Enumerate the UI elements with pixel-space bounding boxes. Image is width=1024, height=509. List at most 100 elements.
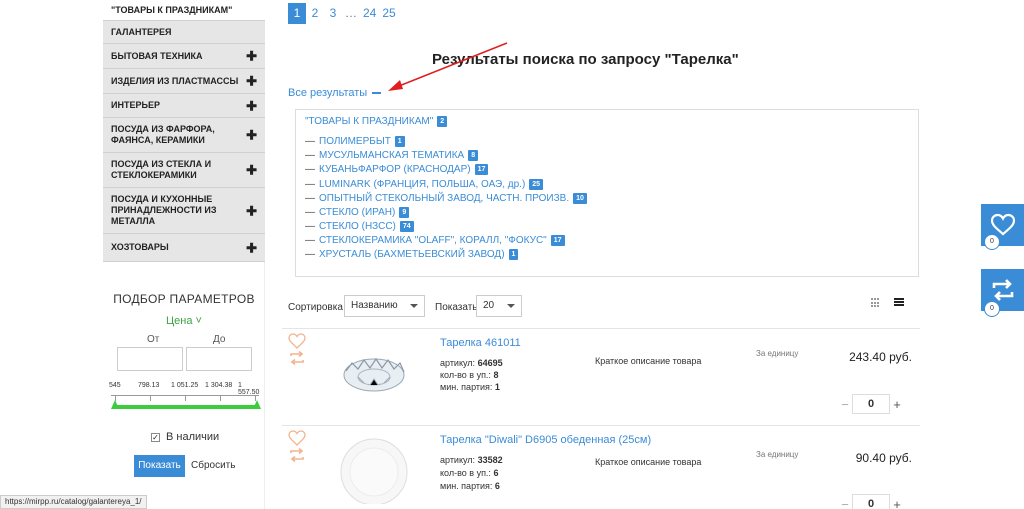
qty-minus-button[interactable]: − [838,497,852,509]
results-category-list: "ТОВАРЫ К ПРАЗДНИКАМ" 2 — ПОЛИМЕРБЫТ 1 —… [295,109,919,277]
check-icon[interactable]: ✓ [151,432,160,442]
result-category-top[interactable]: "ТОВАРЫ К ПРАЗДНИКАМ" 2 [305,116,448,127]
product-description: Краткое описание товара [595,457,702,467]
page-link[interactable]: 24 [360,3,379,24]
compare-icon[interactable] [288,448,306,462]
pack-label: кол-во в уп.: [440,370,491,380]
category-item-porcelain[interactable]: ПОСУДА ИЗ ФАРФОРА, ФАЯНСА, КЕРАМИКИ ✚ [103,118,265,153]
count-badge: 25 [529,179,544,190]
category-label: БЫТОВАЯ ТЕХНИКА [111,50,203,61]
plus-icon[interactable]: ✚ [246,129,257,142]
qty-plus-button[interactable]: + [890,497,904,509]
count-badge: 17 [550,235,565,246]
min-value: 6 [494,481,500,491]
price-to-label: До [213,334,226,345]
min-value: 1 [494,382,500,392]
instock-checkbox[interactable]: ✓ В наличии [151,431,219,443]
plus-icon[interactable]: ✚ [246,241,257,254]
product-name-link[interactable]: Тарелка 461011 [440,337,521,349]
list-dash: — [305,179,315,190]
favorites-count: 0 [984,234,1000,250]
product-description: Краткое описание товара [595,356,702,366]
all-results-toggle[interactable]: Все результаты [288,87,382,99]
price-from-input[interactable] [117,347,183,371]
product-min: мин. партия: 6 [440,481,500,491]
scale-tick [150,395,151,401]
page-link[interactable]: 3 [324,3,342,24]
scale-label: 545 [109,382,121,389]
plus-icon[interactable]: ✚ [246,75,257,88]
min-label: мин. партия: [440,382,493,392]
product-row: Тарелка 461011 артикул: 64695 кол-во в у… [282,328,920,425]
article-label: артикул: [440,358,476,368]
collapse-icon[interactable] [372,92,382,94]
page-link[interactable]: 25 [379,3,398,24]
show-button[interactable]: Показать [134,455,185,477]
list-dash: — [305,193,315,204]
range-handle-min[interactable] [111,400,119,409]
result-category-label: СТЕКЛО (ИРАН) [319,207,396,218]
list-view-icon[interactable] [894,298,904,308]
grid-view-icon[interactable] [871,298,881,308]
category-item-household[interactable]: ХОЗТОВАРЫ ✚ [103,234,265,262]
result-category[interactable]: — МУСУЛЬМАНСКАЯ ТЕМАТИКА 8 [305,150,479,161]
result-category[interactable]: — ХРУСТАЛЬ (БАХМЕТЬЕВСКИЙ ЗАВОД) 1 [305,249,519,260]
plus-icon[interactable]: ✚ [246,99,257,112]
compare-icon[interactable] [288,351,306,365]
qty-input[interactable]: 0 [852,394,890,414]
qty-input[interactable]: 0 [852,494,890,509]
show-count-label: Показать [435,302,478,313]
heart-icon[interactable] [288,333,306,349]
product-article: артикул: 33582 [440,455,503,465]
result-category[interactable]: — ПОЛИМЕРБЫТ 1 [305,136,405,147]
result-category[interactable]: — СТЕКЛОКЕРАМИКА "OLAFF", КОРАЛЛ, "ФОКУС… [305,235,565,246]
show-count-select[interactable]: 20 [476,295,522,317]
result-category[interactable]: — ОПЫТНЫЙ СТЕКОЛЬНЫЙ ЗАВОД, ЧАСТН. ПРОИЗ… [305,193,587,204]
count-badge: 17 [474,164,489,175]
category-item-appliances[interactable]: БЫТОВАЯ ТЕХНИКА ✚ [103,44,265,69]
range-handle-max[interactable] [253,400,261,409]
reset-button[interactable]: Сбросить [191,455,241,477]
sort-select[interactable]: Названию [344,295,425,317]
price-toggle[interactable]: Цена ˅ [103,315,265,327]
result-category[interactable]: — СТЕКЛО (ИРАН) 9 [305,207,410,218]
scale-label: 1 557.50 [238,382,260,396]
list-dash: — [305,136,315,147]
heart-icon[interactable] [288,430,306,446]
result-category-label: МУСУЛЬМАНСКАЯ ТЕМАТИКА [319,150,465,161]
qty-minus-button[interactable]: − [838,397,852,412]
list-dash: — [305,221,315,232]
price-unit: За единицу [756,450,799,459]
plus-icon[interactable]: ✚ [246,204,257,217]
category-item-metal[interactable]: ПОСУДА И КУХОННЫЕ ПРИНАДЛЕЖНОСТИ ИЗ МЕТА… [103,188,265,234]
price-to-input[interactable] [186,347,252,371]
category-label: ГАЛАНТЕРЕЯ [111,26,172,37]
category-item-plastic[interactable]: ИЗДЕЛИЯ ИЗ ПЛАСТМАССЫ ✚ [103,69,265,94]
category-item-holidays[interactable]: "ТОВАРЫ К ПРАЗДНИКАМ" [103,0,265,21]
product-image[interactable] [336,341,412,401]
article-value: 33582 [477,455,503,465]
product-name-link[interactable]: Тарелка "Diwali" D6905 обеденная (25см) [440,434,651,446]
product-min: мин. партия: 1 [440,382,500,392]
plus-icon[interactable]: ✚ [246,50,257,63]
result-category[interactable]: — СТЕКЛО (НЗСС) 74 [305,221,414,232]
product-row: Тарелка "Diwali" D6905 обеденная (25см) … [282,425,920,509]
page-link[interactable]: 2 [306,3,324,24]
pagination: 1 2 3 … 24 25 [288,3,399,24]
category-item-haberdashery[interactable]: ГАЛАНТЕРЕЯ [103,21,265,44]
result-category[interactable]: — LUMINARK (ФРАНЦИЯ, ПОЛЬША, ОАЭ, др.) 2… [305,179,544,190]
chevron-down-icon [507,304,515,308]
page-link[interactable]: 1 [288,3,306,24]
list-dash: — [305,164,315,175]
category-item-interior[interactable]: ИНТЕРЬЕР ✚ [103,94,265,118]
category-label: ПОСУДА И КУХОННЫЕ ПРИНАДЛЕЖНОСТИ ИЗ МЕТА… [111,194,217,226]
plus-icon[interactable]: ✚ [246,164,257,177]
instock-label: В наличии [166,431,220,443]
price-range-bar[interactable] [115,405,259,409]
category-item-glass[interactable]: ПОСУДА ИЗ СТЕКЛА И СТЕКЛОКЕРАМИКИ ✚ [103,153,265,188]
result-category[interactable]: — КУБАНЬФАРФОР (КРАСНОДАР) 17 [305,164,489,175]
product-image[interactable] [336,434,412,504]
qty-plus-button[interactable]: + [890,397,904,412]
scale-tick [185,395,186,401]
category-label: ИЗДЕЛИЯ ИЗ ПЛАСТМАССЫ [111,75,239,86]
